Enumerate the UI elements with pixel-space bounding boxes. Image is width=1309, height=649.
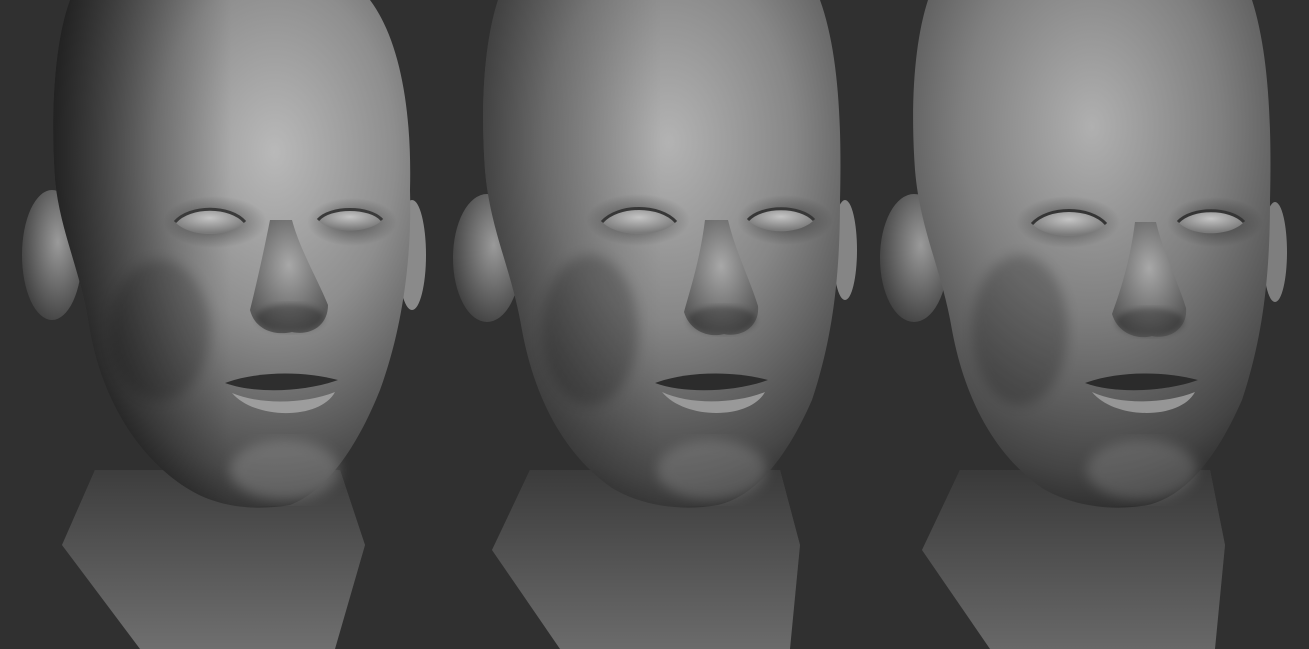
sculpt-render-canvas [0, 0, 1309, 649]
head-render-left [22, 0, 426, 649]
head-render-center [453, 0, 857, 649]
head-renders [22, 0, 1287, 649]
head-render-right [880, 0, 1287, 649]
